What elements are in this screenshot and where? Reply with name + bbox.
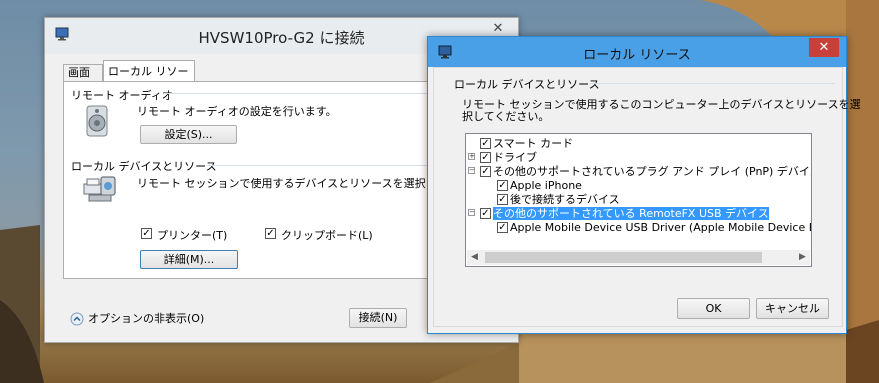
expand-icon[interactable]: + (468, 153, 475, 160)
local-devices-description: リモート セッションで使用するデバイスとリソースを選択します。 (137, 177, 469, 190)
clipboard-label: クリップボード(L) (281, 229, 373, 242)
tree-item-label-selected: その他のサポートされている RemoteFX USB デバイス (493, 207, 769, 220)
printer-checkbox[interactable]: ✓ (141, 228, 152, 239)
tree-checkbox[interactable]: ✓ (497, 179, 508, 191)
tree-item-label: Apple iPhone (510, 179, 582, 192)
tree-checkbox[interactable]: ✓ (497, 221, 508, 233)
tree-item-apple-iphone[interactable]: ✓ Apple iPhone (497, 179, 582, 192)
dialog-titlebar[interactable]: ローカル リソース ✕ (428, 37, 846, 67)
remote-audio-group-title: リモート オーディオ (71, 89, 173, 102)
details-button[interactable]: 詳細(M)... (140, 250, 238, 269)
connect-button[interactable]: 接続(N) (349, 308, 407, 328)
remote-audio-description: リモート オーディオの設定を行います。 (137, 105, 337, 118)
close-icon[interactable]: ✕ (809, 38, 839, 57)
dialog-title: ローカル リソース (583, 48, 691, 63)
group-title: ローカル デバイスとリソース (454, 78, 600, 91)
collapse-icon[interactable]: − (468, 209, 475, 216)
devices-icon (83, 176, 116, 202)
tab-local-resources[interactable]: ローカル リソース (103, 60, 195, 99)
tree-checkbox[interactable]: ✓ (497, 193, 508, 205)
ok-button[interactable]: OK (677, 298, 750, 319)
hide-options-link[interactable]: オプションの非表示(O) (88, 310, 204, 326)
tree-item-label: スマート カード (493, 137, 574, 150)
clipboard-checkbox[interactable]: ✓ (265, 228, 276, 239)
chevron-up-icon[interactable] (70, 312, 84, 326)
tree-checkbox[interactable]: ✓ (480, 165, 491, 177)
speaker-icon (86, 105, 108, 137)
local-devices-group-title: ローカル デバイスとリソース (71, 160, 217, 173)
cancel-button[interactable]: キャンセル (756, 298, 829, 319)
tree-item-smart-card[interactable]: ✓ スマート カード (480, 137, 573, 150)
collapse-icon[interactable]: − (468, 167, 475, 174)
tree-checkbox[interactable]: ✓ (480, 151, 491, 163)
dialog-description-line2: 択してください。 (462, 110, 550, 123)
tree-item-later-devices[interactable]: ✓ 後で接続するデバイス (497, 193, 620, 206)
audio-settings-button[interactable]: 設定(S)... (140, 125, 237, 144)
tree-item-pnp-devices[interactable]: ✓ その他のサポートされているプラグ アンド プレイ (PnP) デバイス (480, 165, 812, 178)
tree-item-label: 後で接続するデバイス (510, 193, 620, 206)
tree-item-label: その他のサポートされているプラグ アンド プレイ (PnP) デバイス (493, 165, 812, 178)
scrollbar-thumb[interactable] (485, 252, 762, 263)
tree-item-remotefx-usb[interactable]: ✓ その他のサポートされている RemoteFX USB デバイス (480, 207, 769, 220)
tree-item-apple-usb-driver[interactable]: ✓ Apple Mobile Device USB Driver (Apple M… (497, 221, 812, 234)
tree-item-drives[interactable]: ✓ ドライブ (480, 151, 537, 164)
tree-item-label: Apple Mobile Device USB Driver (Apple Mo… (510, 221, 812, 234)
device-tree: ✓ スマート カード + ✓ ドライブ − ✓ その他のサポートされているプラグ アン… (465, 133, 812, 267)
local-resources-dialog: ローカル リソース ✕ ローカル デバイスとリソース リモート セッションで使用… (427, 36, 861, 334)
scroll-right-icon[interactable]: ▶ (795, 250, 810, 265)
printer-label: プリンター(T) (157, 229, 228, 242)
tree-item-label: ドライブ (493, 151, 537, 164)
scroll-left-icon[interactable]: ◀ (467, 250, 482, 265)
divider (590, 83, 835, 84)
horizontal-scrollbar[interactable]: ◀ ▶ (467, 250, 810, 265)
tab-display[interactable]: 画面 (63, 64, 103, 81)
tree-checkbox[interactable]: ✓ (480, 137, 491, 149)
tree-checkbox[interactable]: ✓ (480, 207, 491, 219)
